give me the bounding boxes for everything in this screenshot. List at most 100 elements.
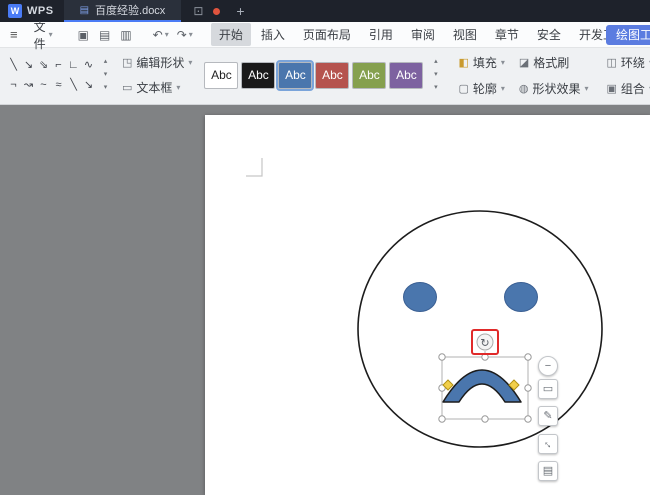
fill-button[interactable]: ◧ 填充 ▾ <box>458 54 504 71</box>
style-preset-purple[interactable]: Abc <box>389 62 423 89</box>
chevron-down-icon: ▾ <box>189 30 193 39</box>
float-resize-button[interactable]: ↔ <box>538 434 558 454</box>
chevron-down-icon: ▾ <box>501 84 505 93</box>
shape-effects-button[interactable]: ◍ 形状效果 ▾ <box>519 80 589 97</box>
redo-button[interactable]: ↷ ▾ <box>173 28 197 42</box>
menubar: ≡ 文件 ▾ ▣ ▤ ▥ ↶ ▾ ↷ ▾ 开始 插入 页面布局 引用 审阅 视图… <box>0 22 650 48</box>
ribbon-tab-strip: 开始 插入 页面布局 引用 审阅 视图 章节 安全 开发工具 特色应用 <box>211 23 650 46</box>
format-painter-button[interactable]: ◪ 格式刷 <box>519 54 589 71</box>
shape-gallery-icon[interactable]: ∟ <box>66 55 81 75</box>
resize-handle[interactable] <box>439 354 445 360</box>
shape-gallery-icon[interactable]: ↘ <box>81 75 96 95</box>
float-collapse-button[interactable]: − <box>538 356 558 376</box>
shape-gallery-grid: ╲ ↘ ⇘ ⌐ ∟ ∿ ¬ ↝ ~ ≈ ╲ ↘ <box>6 55 96 95</box>
shape-gallery-icon[interactable]: ⇘ <box>36 55 51 75</box>
scroll-down-icon[interactable]: ▾ <box>429 69 442 82</box>
shape-gallery-icon[interactable]: ╲ <box>6 55 21 75</box>
resize-handle[interactable] <box>439 416 445 422</box>
shape-gallery-icon[interactable]: ~ <box>36 75 51 95</box>
chevron-down-icon: ▾ <box>188 58 192 67</box>
right-eye-shape[interactable] <box>505 283 538 312</box>
shape-effects-label: 形状效果 <box>532 80 580 97</box>
style-gallery-scroll: ▴ ▾ ▾ <box>429 56 442 95</box>
margin-corner-mark <box>246 158 262 176</box>
wps-logo-text: WPS <box>27 5 54 17</box>
shape-gallery: ╲ ↘ ⇘ ⌐ ∟ ∿ ¬ ↝ ~ ≈ ╲ ↘ ▴ ▾ ▾ <box>6 52 112 98</box>
arrange-group: ◫ 环绕 ▾ ≡ 对齐 ▾ ▣ 组合 ▾ ↻ 旋转 ▾ <box>603 52 650 98</box>
scroll-up-icon[interactable]: ▴ <box>429 56 442 69</box>
hamburger-icon[interactable]: ≡ <box>0 27 26 42</box>
new-tab-button[interactable]: + <box>236 3 244 19</box>
chevron-down-icon: ▾ <box>176 83 180 92</box>
edit-shape-button[interactable]: ◳ 编辑形状 ▾ <box>122 54 192 71</box>
shape-gallery-icon[interactable]: ╲ <box>66 75 81 95</box>
redo-icon: ↷ <box>177 28 187 42</box>
resize-handle[interactable] <box>525 416 531 422</box>
shape-style-gallery: Abc Abc Abc Abc Abc Abc ▴ ▾ ▾ <box>202 52 444 98</box>
outline-label: 轮廓 <box>473 80 497 97</box>
shape-gallery-icon[interactable]: ¬ <box>6 75 21 95</box>
document-tab[interactable]: ▤ 百度经验.docx <box>64 0 182 22</box>
scroll-down-icon[interactable]: ▾ <box>99 69 112 82</box>
wps-window: W WPS ▤ 百度经验.docx ⊡ + ≡ 文件 ▾ ▣ ▤ ▥ ↶ ▾ ↷… <box>0 0 650 495</box>
outline-button[interactable]: ▢ 轮廓 ▾ <box>458 80 504 97</box>
shape-gallery-scroll: ▴ ▾ ▾ <box>99 56 112 95</box>
float-layout-button[interactable]: ▤ <box>538 461 558 481</box>
save-icon[interactable]: ▣ <box>73 28 94 42</box>
group-label: 组合 <box>621 80 645 97</box>
tab-view[interactable]: 视图 <box>445 23 485 46</box>
undo-button[interactable]: ↶ ▾ <box>149 28 173 42</box>
file-menu-button[interactable]: 文件 ▾ <box>26 18 61 52</box>
shape-effects-icon: ◍ <box>519 82 529 95</box>
tab-insert[interactable]: 插入 <box>253 23 293 46</box>
float-pencil-button[interactable]: ✎ <box>538 406 558 426</box>
chevron-down-icon: ▾ <box>165 30 169 39</box>
style-preset-black[interactable]: Abc <box>241 62 275 89</box>
chevron-down-icon: ▾ <box>49 30 53 39</box>
minus-icon: − <box>545 360 551 372</box>
tab-home[interactable]: 开始 <box>211 23 251 46</box>
tab-section[interactable]: 章节 <box>487 23 527 46</box>
text-box-icon: ▭ <box>122 81 132 94</box>
fill-label: 填充 <box>473 54 497 71</box>
shape-gallery-icon[interactable]: ∿ <box>81 55 96 75</box>
tab-review[interactable]: 审阅 <box>403 23 443 46</box>
float-frame-button[interactable]: ▭ <box>538 379 558 399</box>
chevron-down-icon: ▾ <box>585 84 589 93</box>
document-tab-label: 百度经验.docx <box>95 2 165 18</box>
style-preset-green[interactable]: Abc <box>352 62 386 89</box>
shape-gallery-icon[interactable]: ↘ <box>21 55 36 75</box>
notification-dot-icon <box>213 8 220 15</box>
export-icon[interactable]: ▤ <box>94 28 115 42</box>
resize-handle[interactable] <box>482 416 488 422</box>
wps-logo-icon: W <box>8 4 22 18</box>
titlebar: W WPS ▤ 百度经验.docx ⊡ + <box>0 0 650 22</box>
resize-handle[interactable] <box>525 385 531 391</box>
tab-page-layout[interactable]: 页面布局 <box>295 23 359 46</box>
scroll-up-icon[interactable]: ▴ <box>99 56 112 69</box>
style-preset-white[interactable]: Abc <box>204 62 238 89</box>
shape-gallery-icon[interactable]: ≈ <box>51 75 66 95</box>
fill-bucket-icon: ◧ <box>458 56 468 69</box>
gallery-more-icon[interactable]: ▾ <box>99 82 112 95</box>
shape-gallery-icon[interactable]: ↝ <box>21 75 36 95</box>
shape-gallery-icon[interactable]: ⌐ <box>51 55 66 75</box>
wrap-button[interactable]: ◫ 环绕 ▾ <box>607 54 650 71</box>
document-area[interactable]: ↻ − ▭ ✎ ↔ ▤ <box>0 105 650 495</box>
resize-arrows-icon: ↔ <box>538 434 559 455</box>
cast-icon[interactable]: ⊡ <box>193 4 203 18</box>
wps-menu-button[interactable]: W WPS <box>0 4 64 18</box>
tab-references[interactable]: 引用 <box>361 23 401 46</box>
left-eye-shape[interactable] <box>404 283 437 312</box>
pencil-icon: ✎ <box>543 410 552 422</box>
text-box-button[interactable]: ▭ 文本框 ▾ <box>122 79 192 96</box>
style-preset-red[interactable]: Abc <box>315 62 349 89</box>
gallery-more-icon[interactable]: ▾ <box>429 82 442 95</box>
group-button[interactable]: ▣ 组合 ▾ <box>607 80 650 97</box>
resize-handle[interactable] <box>525 354 531 360</box>
document-icon: ▤ <box>80 5 89 16</box>
tab-security[interactable]: 安全 <box>529 23 569 46</box>
print-icon[interactable]: ▥ <box>115 28 136 42</box>
style-preset-blue[interactable]: Abc <box>278 62 312 89</box>
tab-drawing-tools[interactable]: 绘图工具 <box>606 25 650 45</box>
